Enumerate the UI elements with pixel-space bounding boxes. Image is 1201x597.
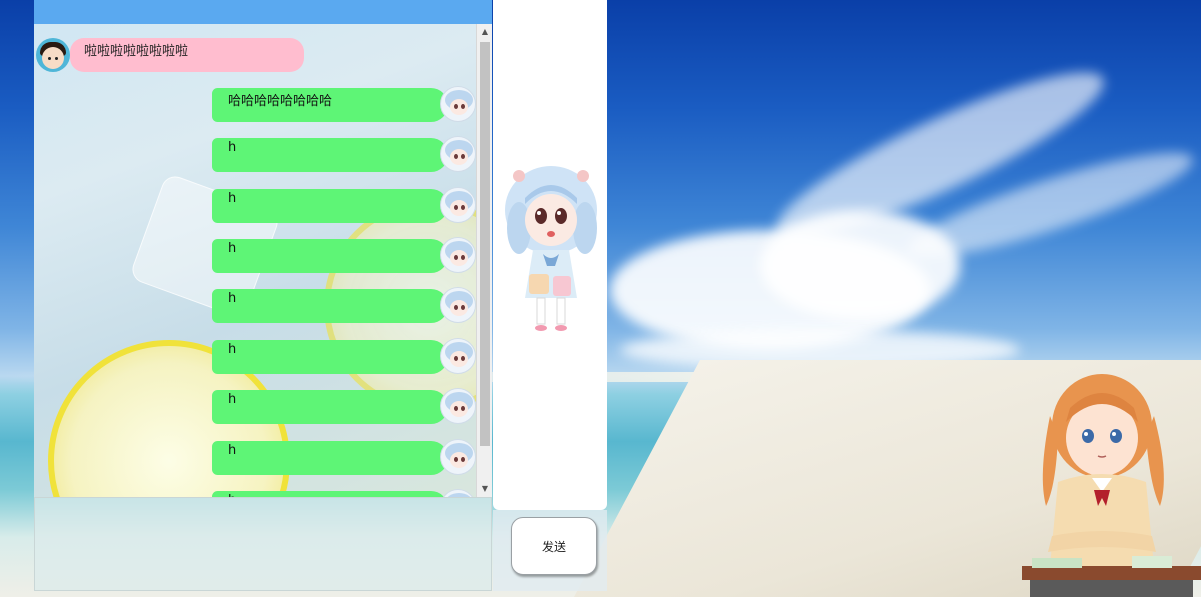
anime-avatar-icon [440,287,476,323]
anime-avatar-icon [440,439,476,475]
anime-avatar-icon [440,489,476,497]
anime-avatar-icon [440,237,476,273]
message-text: h [228,392,237,407]
outgoing-bubble: h [212,138,448,172]
anime-avatar-icon [440,136,476,172]
message-text: 哈哈哈哈哈哈哈哈 [228,94,333,109]
scroll-up-arrow-icon[interactable]: ▲ [477,24,492,40]
message-text: h [228,191,237,206]
message-text: h [228,443,237,458]
message-list[interactable]: 啦啦啦啦啦啦啦啦 哈哈哈哈哈哈哈哈 h h h h h h h [34,24,476,497]
message-input[interactable] [35,498,495,594]
background-cloud [760,210,960,320]
incoming-bubble: 啦啦啦啦啦啦啦啦 [70,38,304,72]
outgoing-message: h [210,338,476,376]
girl-avatar-icon [36,38,70,72]
message-text: h [228,140,237,155]
scroll-down-arrow-icon[interactable]: ▼ [477,481,492,497]
desktop-mascot-image [1022,374,1201,597]
chat-window: 啦啦啦啦啦啦啦啦 哈哈哈哈哈哈哈哈 h h h h h h h ▲ ▼ [34,0,492,497]
outgoing-bubble: h [212,441,448,475]
chat-header-bar [34,0,492,24]
message-input-area [34,497,495,594]
outgoing-message: h [210,136,476,174]
outgoing-bubble: h [212,390,448,424]
message-text: h [228,291,237,306]
outgoing-bubble: h [212,289,448,323]
message-text: h [228,241,237,256]
scroll-thumb[interactable] [480,42,490,446]
outgoing-bubble: h [212,340,448,374]
chibi-character-image [505,166,597,331]
anime-avatar-icon [440,388,476,424]
character-panel [493,0,607,510]
outgoing-bubble: h [212,239,448,273]
outgoing-message: h [210,287,476,325]
outgoing-message: h [210,388,476,426]
outgoing-message: 哈哈哈哈哈哈哈哈 [210,86,476,124]
outgoing-message: h [210,187,476,225]
anime-avatar-icon [440,187,476,223]
anime-avatar-icon [440,86,476,122]
message-text: h [228,342,237,357]
outgoing-message: h [210,489,476,497]
anime-avatar-icon [440,338,476,374]
outgoing-bubble: 哈哈哈哈哈哈哈哈 [212,88,448,122]
message-text: 啦啦啦啦啦啦啦啦 [84,44,189,59]
outgoing-message: h [210,439,476,477]
send-button[interactable]: 发送 [511,517,597,575]
outgoing-message: h [210,237,476,275]
message-scrollbar[interactable]: ▲ ▼ [476,24,492,497]
outgoing-bubble: h [212,189,448,223]
incoming-message: 啦啦啦啦啦啦啦啦 [34,36,334,76]
